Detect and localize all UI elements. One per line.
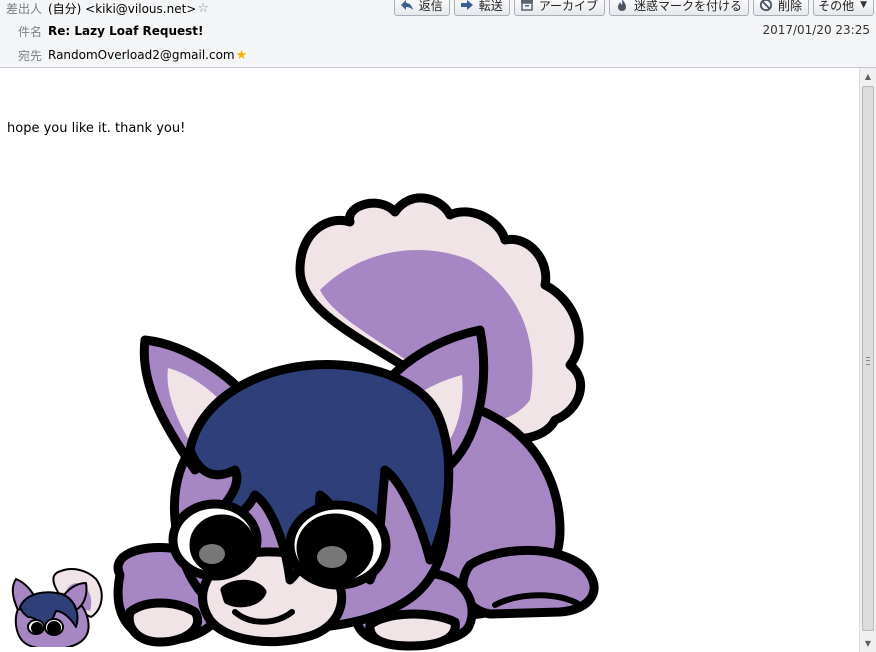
archive-label: アーカイブ [538, 0, 599, 13]
junk-flame-icon [614, 0, 630, 13]
grip-icon [866, 357, 870, 365]
chevron-down-icon: ▼ [860, 0, 867, 10]
reply-label: 返信 [418, 0, 443, 13]
star-filled-icon[interactable]: ★ [236, 48, 248, 63]
message-toolbar: 返信 転送 アーカイブ 迷惑マークを付ける 削除 その他 ▼ [393, 0, 874, 16]
junk-label: 迷惑マークを付ける [634, 0, 743, 13]
wolf-artwork-image [113, 193, 599, 651]
scrollbar-thumb[interactable] [862, 86, 874, 631]
from-label: 差出人 [5, 1, 42, 16]
subject-row: 件名 Re: Lazy Loaf Request! [0, 21, 204, 41]
star-outline-icon[interactable]: ☆ [197, 1, 209, 16]
subject-label: 件名 [17, 24, 42, 39]
scroll-down-arrow-icon[interactable]: ▼ [860, 635, 876, 652]
from-address[interactable]: (自分) <kiki@vilous.net> [48, 0, 196, 17]
reply-button[interactable]: 返信 [393, 0, 450, 16]
no-entry-icon [758, 0, 774, 13]
from-row: 差出人 (自分) <kiki@vilous.net> ☆ [0, 0, 209, 18]
forward-label: 転送 [478, 0, 503, 13]
archive-box-icon [519, 0, 535, 13]
other-menu-button[interactable]: その他 ▼ [813, 0, 874, 16]
archive-button[interactable]: アーカイブ [513, 0, 606, 16]
forward-button[interactable]: 転送 [453, 0, 510, 16]
message-body: hope you like it. thank you! [0, 68, 860, 652]
to-address[interactable]: RandomOverload2@gmail.com [48, 48, 235, 62]
reply-arrow-icon [399, 0, 415, 13]
scroll-up-arrow-icon[interactable]: ▲ [860, 68, 876, 85]
delete-label: 削除 [778, 0, 803, 13]
to-label: 宛先 [17, 48, 42, 63]
message-header: 差出人 (自分) <kiki@vilous.net> ☆ 件名 Re: Lazy… [0, 0, 876, 68]
subject-text: Re: Lazy Loaf Request! [48, 24, 204, 38]
forward-arrow-icon [459, 0, 475, 13]
junk-button[interactable]: 迷惑マークを付ける [609, 0, 750, 16]
delete-button[interactable]: 削除 [753, 0, 810, 16]
vertical-scrollbar[interactable]: ▲ ▼ [859, 68, 876, 652]
to-row: 宛先 RandomOverload2@gmail.com ★ [0, 45, 247, 65]
wolf-thumbnail-image [11, 568, 103, 647]
message-text: hope you like it. thank you! [7, 121, 186, 136]
message-date: 2017/01/20 23:25 [762, 23, 870, 37]
other-label: その他 [818, 0, 855, 13]
